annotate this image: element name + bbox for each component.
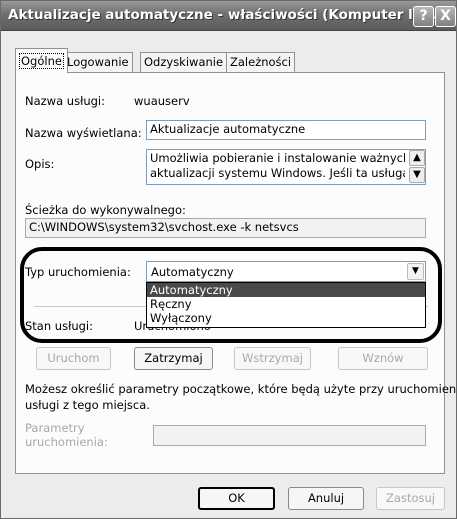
cancel-button[interactable]: Anuluj bbox=[288, 487, 364, 510]
highlight-annotation bbox=[20, 247, 442, 343]
properties-window: Aktualizacje automatyczne - właściwości … bbox=[0, 0, 457, 519]
scroll-down-icon[interactable]: ▼ bbox=[409, 167, 425, 183]
display-name-field[interactable]: Aktualizacje automatyczne bbox=[146, 120, 426, 140]
close-button[interactable]: X bbox=[435, 6, 456, 27]
tab-general-label: Ogólne bbox=[19, 53, 64, 69]
display-name-label: Nazwa wyświetlana: bbox=[25, 126, 142, 140]
resume-button[interactable]: Wznów bbox=[338, 347, 428, 370]
params-label-line-2: uruchomienia: bbox=[25, 435, 108, 449]
params-hint-line-2: usługi z tego miejsca. bbox=[25, 398, 150, 412]
description-line-1: Umożliwia pobieranie i instalowanie ważn… bbox=[150, 151, 405, 165]
window-title: Aktualizacje automatyczne - właściwości … bbox=[8, 7, 447, 23]
title-bar[interactable]: Aktualizacje automatyczne - właściwości … bbox=[1, 1, 456, 31]
description-line-2: aktualizacji systemu Windows. Jeśli ta u… bbox=[150, 166, 405, 180]
tab-logon[interactable]: Logowanie bbox=[63, 52, 133, 72]
tab-general[interactable]: Ogólne bbox=[15, 48, 68, 73]
params-hint-line-1: Możesz określić parametry początkowe, kt… bbox=[25, 382, 457, 396]
tab-dependencies[interactable]: Zależności bbox=[226, 52, 296, 72]
path-field: C:\WINDOWS\system32\svchost.exe -k netsv… bbox=[25, 218, 426, 238]
scroll-up-icon[interactable]: ▲ bbox=[409, 150, 425, 166]
help-button[interactable]: ? bbox=[413, 6, 434, 27]
service-name-label: Nazwa usługi: bbox=[25, 94, 106, 108]
description-field[interactable]: Umożliwia pobieranie i instalowanie ważn… bbox=[146, 149, 426, 185]
params-field bbox=[153, 425, 426, 446]
pause-button[interactable]: Wstrzymaj bbox=[234, 347, 311, 370]
general-panel: Nazwa usługi: wuauserv Nazwa wyświetlana… bbox=[15, 72, 457, 474]
path-label: Ścieżka do wykonywalnego: bbox=[25, 203, 186, 217]
params-label-line-1: Parametry bbox=[25, 421, 85, 435]
start-button[interactable]: Uruchom bbox=[36, 347, 111, 370]
service-name-value: wuauserv bbox=[134, 94, 190, 108]
description-text: Umożliwia pobieranie i instalowanie ważn… bbox=[150, 151, 405, 184]
stop-button[interactable]: Zatrzymaj bbox=[134, 347, 213, 370]
tab-recovery[interactable]: Odzyskiwanie bbox=[140, 52, 228, 72]
description-label: Opis: bbox=[25, 157, 55, 171]
ok-button[interactable]: OK bbox=[198, 487, 275, 510]
description-scrollbar[interactable]: ▲ ▼ bbox=[409, 150, 425, 184]
apply-button[interactable]: Zastosuj bbox=[376, 487, 445, 510]
